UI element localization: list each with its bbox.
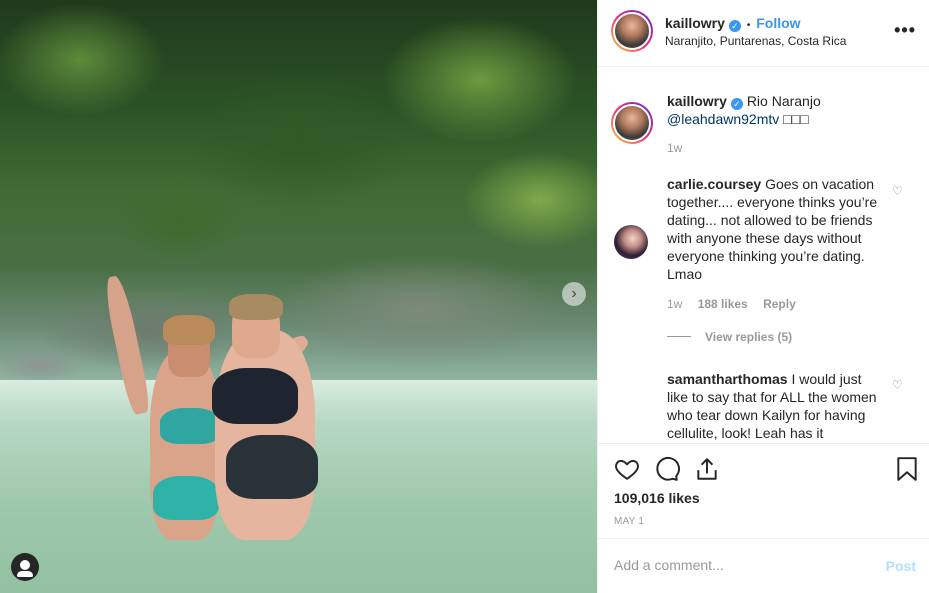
next-photo-button[interactable]: ›	[562, 282, 586, 306]
photo-person-2-hair	[229, 294, 283, 320]
more-options-icon[interactable]: •••	[894, 20, 916, 41]
like-heart-icon[interactable]	[614, 456, 640, 482]
share-icon[interactable]	[694, 456, 720, 482]
post-date[interactable]: MAY 1	[614, 516, 644, 527]
verified-badge-icon: ✓	[730, 98, 743, 110]
comment-likes[interactable]: 188 likes	[698, 297, 748, 311]
like-comment-heart-icon[interactable]: ♡	[892, 184, 904, 198]
post-side-panel: kaillowry ✓ • Follow Naranjito, Puntarena…	[597, 0, 929, 593]
photo-person-1-hair	[163, 315, 215, 345]
user-tag-icon	[17, 560, 33, 577]
photo-person-2-top	[212, 368, 298, 424]
caption-time: 1w	[667, 141, 683, 155]
post-actions: 109,016 likes MAY 1	[598, 443, 929, 538]
caption: kaillowry ✓ Rio Naranjo @leahdawn92mtv □□…	[667, 92, 907, 128]
comments-list[interactable]: kaillowry ✓ Rio Naranjo @leahdawn92mtv □□…	[598, 67, 929, 443]
photo-person-1-top	[160, 408, 220, 444]
author-avatar[interactable]	[611, 10, 653, 52]
reply-button[interactable]: Reply	[763, 297, 796, 311]
add-comment-bar: Post	[598, 538, 929, 593]
comment-meta: 1w 188 likes Reply	[667, 297, 796, 311]
comment-username[interactable]: samantharthomas	[667, 371, 788, 387]
add-comment-input[interactable]	[614, 557, 864, 573]
comment: carlie.coursey Goes on vacation together…	[667, 175, 881, 283]
chevron-right-icon: ›	[571, 285, 577, 302]
header-user-line: kaillowry ✓ • Follow	[665, 15, 801, 32]
photo-person-2-bottom	[226, 435, 318, 499]
photo-person-1-bottom	[153, 476, 219, 520]
post-photo[interactable]: ›	[0, 0, 597, 593]
like-comment-heart-icon[interactable]: ♡	[892, 378, 904, 392]
caption-emoji: □□□	[783, 111, 809, 127]
caption-text: Rio Naranjo	[746, 93, 821, 109]
comment-bubble-icon[interactable]	[654, 456, 680, 482]
header-separator: •	[746, 20, 751, 31]
caption-username[interactable]: kaillowry	[667, 93, 727, 109]
view-replies-button[interactable]: View replies (5)	[705, 330, 792, 344]
save-bookmark-icon[interactable]	[894, 456, 920, 482]
post-comment-button[interactable]: Post	[886, 558, 916, 574]
comment-avatar[interactable]	[614, 225, 648, 259]
caption-mention[interactable]: @leahdawn92mtv	[667, 111, 779, 127]
replies-divider	[667, 336, 691, 337]
likes-count[interactable]: 109,016 likes	[614, 490, 700, 506]
comment-time: 1w	[667, 297, 683, 311]
verified-badge-icon: ✓	[728, 20, 741, 32]
tagged-users-button[interactable]	[11, 553, 39, 581]
post-location[interactable]: Naranjito, Puntarenas, Costa Rica	[665, 34, 846, 48]
comment-username[interactable]: carlie.coursey	[667, 176, 761, 192]
comment: samantharthomas I would just like to say…	[667, 370, 881, 442]
post-header: kaillowry ✓ • Follow Naranjito, Puntarena…	[598, 0, 929, 67]
author-username[interactable]: kaillowry	[665, 15, 725, 31]
follow-button[interactable]: Follow	[756, 15, 800, 31]
caption-avatar[interactable]	[611, 102, 653, 144]
